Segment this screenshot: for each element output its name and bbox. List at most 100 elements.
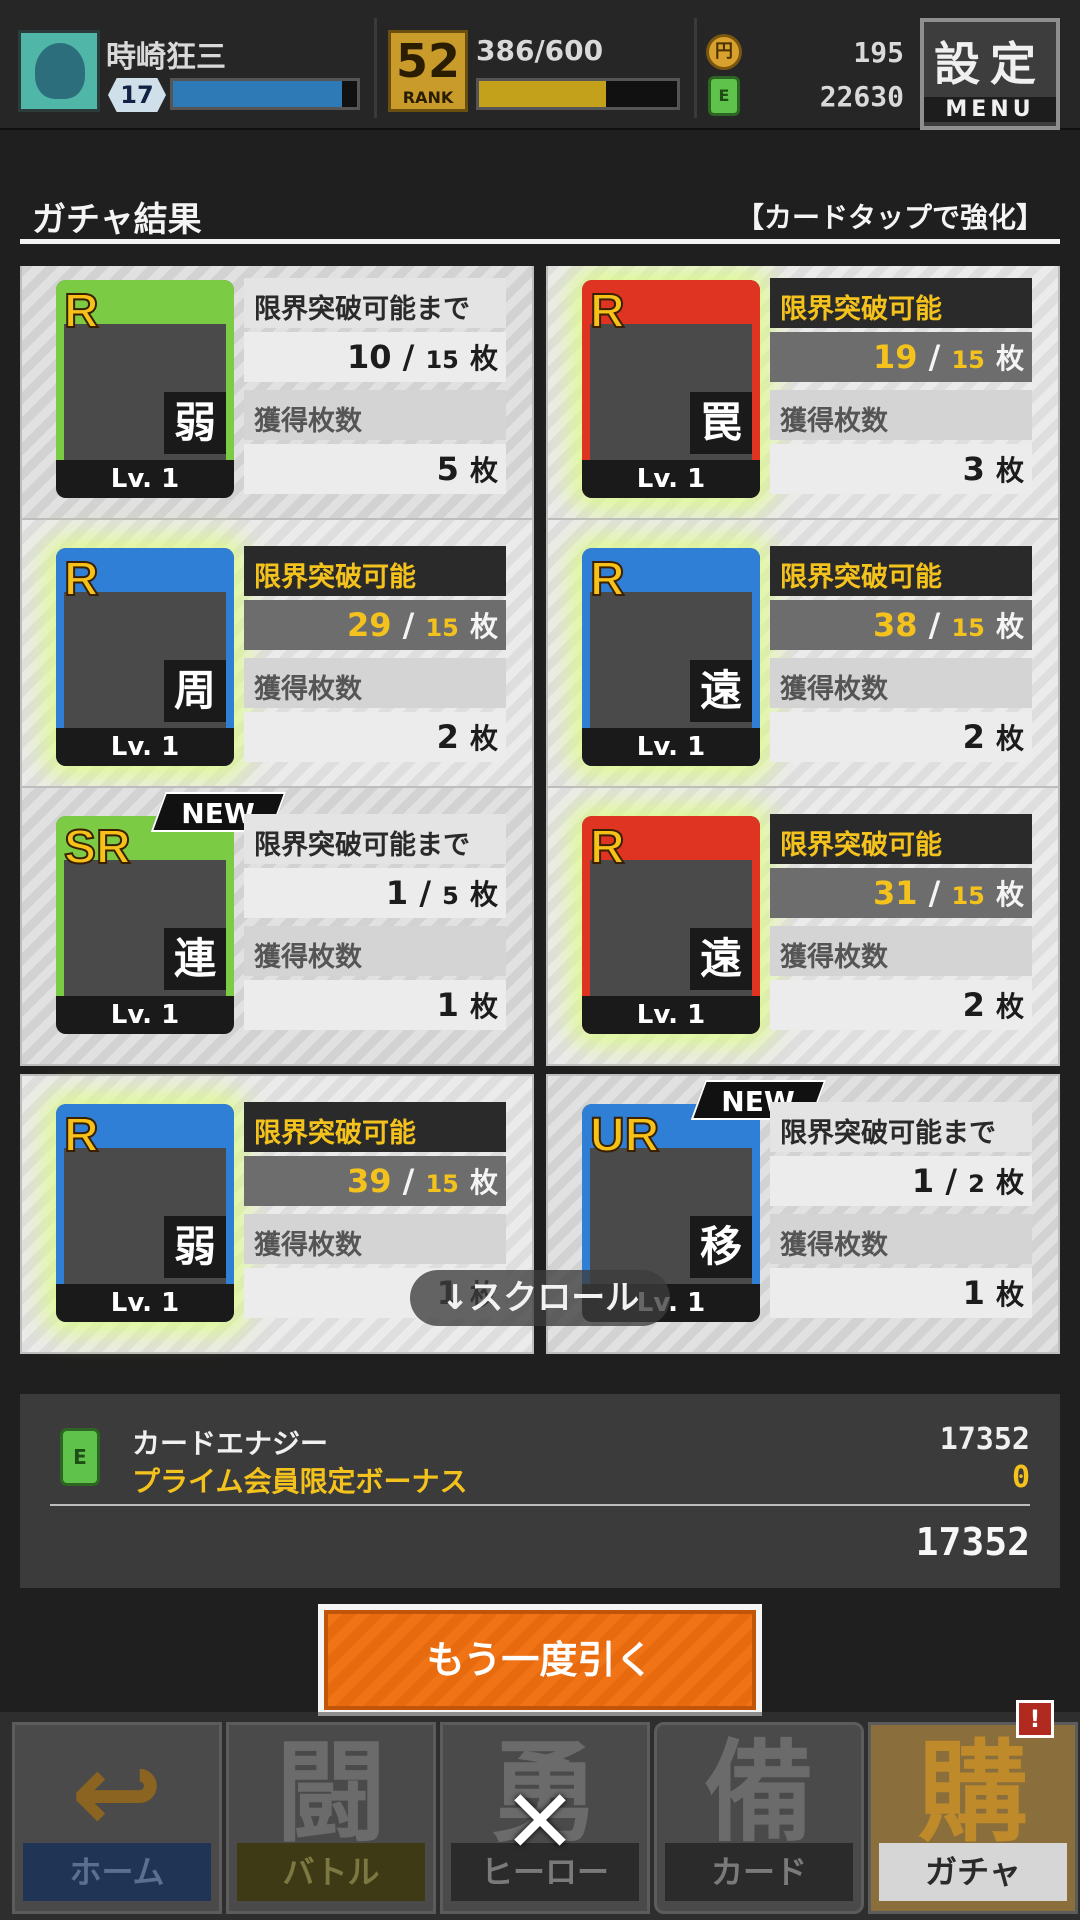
card-thumbnail[interactable]: R 弱 Lv. 1	[56, 280, 234, 498]
limit-break-status: 限界突破可能まで	[244, 814, 506, 864]
settings-menu-button[interactable]: 設定 MENU	[920, 18, 1060, 130]
card-level: Lv. 1	[582, 996, 760, 1034]
section-title: ガチャ結果	[32, 200, 202, 240]
card-thumbnail[interactable]: R 罠 Lv. 1	[582, 280, 760, 498]
section-hint: 【カードタップで強化】	[735, 201, 1044, 234]
card-level: Lv. 1	[582, 460, 760, 498]
gacha-card-item[interactable]: R 遠 Lv. 1 限界突破可能 38 / 15 枚獲得枚数 2 枚	[546, 518, 1060, 798]
card-thumbnail[interactable]: R 遠 Lv. 1	[582, 548, 760, 766]
card-rarity: R	[63, 284, 100, 339]
card-level: Lv. 1	[56, 460, 234, 498]
draw-again-label: もう一度引く	[324, 1610, 756, 1710]
card-rarity: R	[589, 284, 626, 339]
rank-icon: 52 RANK	[388, 30, 468, 112]
gacha-card-item[interactable]: R 弱 Lv. 1 限界突破可能まで 10 / 15 枚獲得枚数 5 枚	[20, 266, 534, 530]
player-avatar[interactable]	[18, 30, 100, 112]
unit-label: 枚	[995, 990, 1024, 1023]
acquired-count: 2 枚	[770, 980, 1032, 1030]
limit-break-progress: 39 / 15 枚	[244, 1156, 506, 1206]
card-level: Lv. 1	[56, 728, 234, 766]
required-count: 15	[951, 614, 985, 642]
close-icon[interactable]: ✕	[500, 1778, 580, 1866]
card-energy-label: カードエナジー	[132, 1427, 329, 1460]
card-type-label: 弱	[164, 392, 226, 454]
acquired-count: 1 枚	[770, 1268, 1032, 1318]
acquired-label: 獲得枚数	[244, 1214, 506, 1264]
acquired-count: 3 枚	[770, 444, 1032, 494]
unit-label: 枚	[469, 990, 498, 1023]
gacha-card-item[interactable]: SR 連 Lv. 1 NEW 限界突破可能まで 1 / 5 枚獲得枚数 1 枚	[20, 786, 534, 1066]
unit-label: 枚	[995, 610, 1024, 643]
nav-home[interactable]: ↩ ホーム	[12, 1722, 222, 1914]
energy-total: 17352	[915, 1520, 1030, 1564]
limit-break-progress: 1 / 2 枚	[770, 1156, 1032, 1206]
card-rarity: R	[63, 552, 100, 607]
limit-break-status: 限界突破可能	[770, 814, 1032, 864]
settings-label: 設定	[934, 37, 1046, 91]
rank-progress-fill	[479, 81, 607, 107]
slash: /	[391, 338, 426, 376]
nav-card-label: カード	[665, 1843, 853, 1901]
slash: /	[934, 1162, 969, 1200]
limit-break-progress: 10 / 15 枚	[244, 332, 506, 382]
acquired-label: 獲得枚数	[770, 1214, 1032, 1264]
card-type-label: 移	[690, 1216, 752, 1278]
draw-again-button[interactable]: もう一度引く	[318, 1604, 762, 1716]
card-level: Lv. 1	[56, 996, 234, 1034]
owned-count: 39	[346, 1162, 392, 1200]
rank-progress-bar	[476, 78, 680, 110]
gacha-card-item[interactable]: R 遠 Lv. 1 限界突破可能 31 / 15 枚獲得枚数 2 枚	[546, 786, 1060, 1066]
required-count: 15	[951, 346, 985, 374]
nav-gacha-label: ガチャ	[879, 1843, 1067, 1901]
limit-break-progress: 19 / 15 枚	[770, 332, 1032, 382]
prime-bonus-value: 0	[1011, 1460, 1030, 1495]
acquired-count: 1 枚	[244, 980, 506, 1030]
acquired-number: 1	[962, 1274, 985, 1312]
rank-progress-text: 386/600	[476, 34, 604, 67]
required-count: 15	[425, 346, 459, 374]
gacha-card-item[interactable]: R 周 Lv. 1 限界突破可能 29 / 15 枚獲得枚数 2 枚	[20, 518, 534, 798]
owned-count: 1	[385, 874, 409, 912]
card-type-label: 周	[164, 660, 226, 722]
acquired-label: 獲得枚数	[770, 658, 1032, 708]
menu-label: MENU	[924, 97, 1056, 122]
card-rarity: UR	[589, 1108, 660, 1163]
card-type-label: 遠	[690, 928, 752, 990]
owned-count: 19	[872, 338, 918, 376]
card-type-label: 罠	[690, 392, 752, 454]
acquired-label: 獲得枚数	[770, 926, 1032, 976]
card-thumbnail[interactable]: R 遠 Lv. 1	[582, 816, 760, 1034]
nav-battle-icon: 闘	[276, 1729, 386, 1857]
unit-label: 枚	[995, 1278, 1024, 1311]
nav-home-label: ホーム	[23, 1843, 211, 1901]
card-level: Lv. 1	[582, 728, 760, 766]
card-type-label: 遠	[690, 660, 752, 722]
player-level-badge: 17	[108, 78, 166, 112]
energy-can-icon: E	[60, 1428, 100, 1486]
status-bar: 時崎狂三 17 52 RANK 386/600 円 E 195 22630 設定 …	[0, 0, 1080, 130]
coin-count: 195	[853, 36, 904, 69]
unit-label: 枚	[995, 454, 1024, 487]
coin-icon: 円	[706, 34, 742, 70]
nav-card[interactable]: 備カード	[654, 1722, 864, 1914]
energy-count: 22630	[819, 80, 904, 113]
card-thumbnail[interactable]: SR 連 Lv. 1	[56, 816, 234, 1034]
gacha-result-list[interactable]: R 弱 Lv. 1 限界突破可能まで 10 / 15 枚獲得枚数 5 枚 R 罠 Lv. 1 限界…	[20, 266, 1060, 1378]
unit-label: 枚	[995, 342, 1024, 375]
required-count: 15	[951, 882, 985, 910]
limit-break-progress: 29 / 15 枚	[244, 600, 506, 650]
xp-bar-fill	[173, 81, 343, 107]
acquired-label: 獲得枚数	[244, 390, 506, 440]
nav-gacha[interactable]: 購ガチャ	[868, 1722, 1078, 1914]
card-rarity: SR	[63, 820, 132, 875]
gacha-result-screen: 時崎狂三 17 52 RANK 386/600 円 E 195 22630 設定 …	[0, 0, 1080, 1920]
slash: /	[391, 1162, 426, 1200]
unit-label: 枚	[469, 454, 498, 487]
card-thumbnail[interactable]: R 弱 Lv. 1	[56, 1104, 234, 1322]
xp-bar	[170, 78, 360, 110]
card-thumbnail[interactable]: R 周 Lv. 1	[56, 548, 234, 766]
gacha-card-item[interactable]: R 罠 Lv. 1 限界突破可能 19 / 15 枚獲得枚数 3 枚	[546, 266, 1060, 530]
owned-count: 1	[911, 1162, 935, 1200]
slash: /	[391, 606, 426, 644]
nav-battle[interactable]: 闘バトル	[226, 1722, 436, 1914]
